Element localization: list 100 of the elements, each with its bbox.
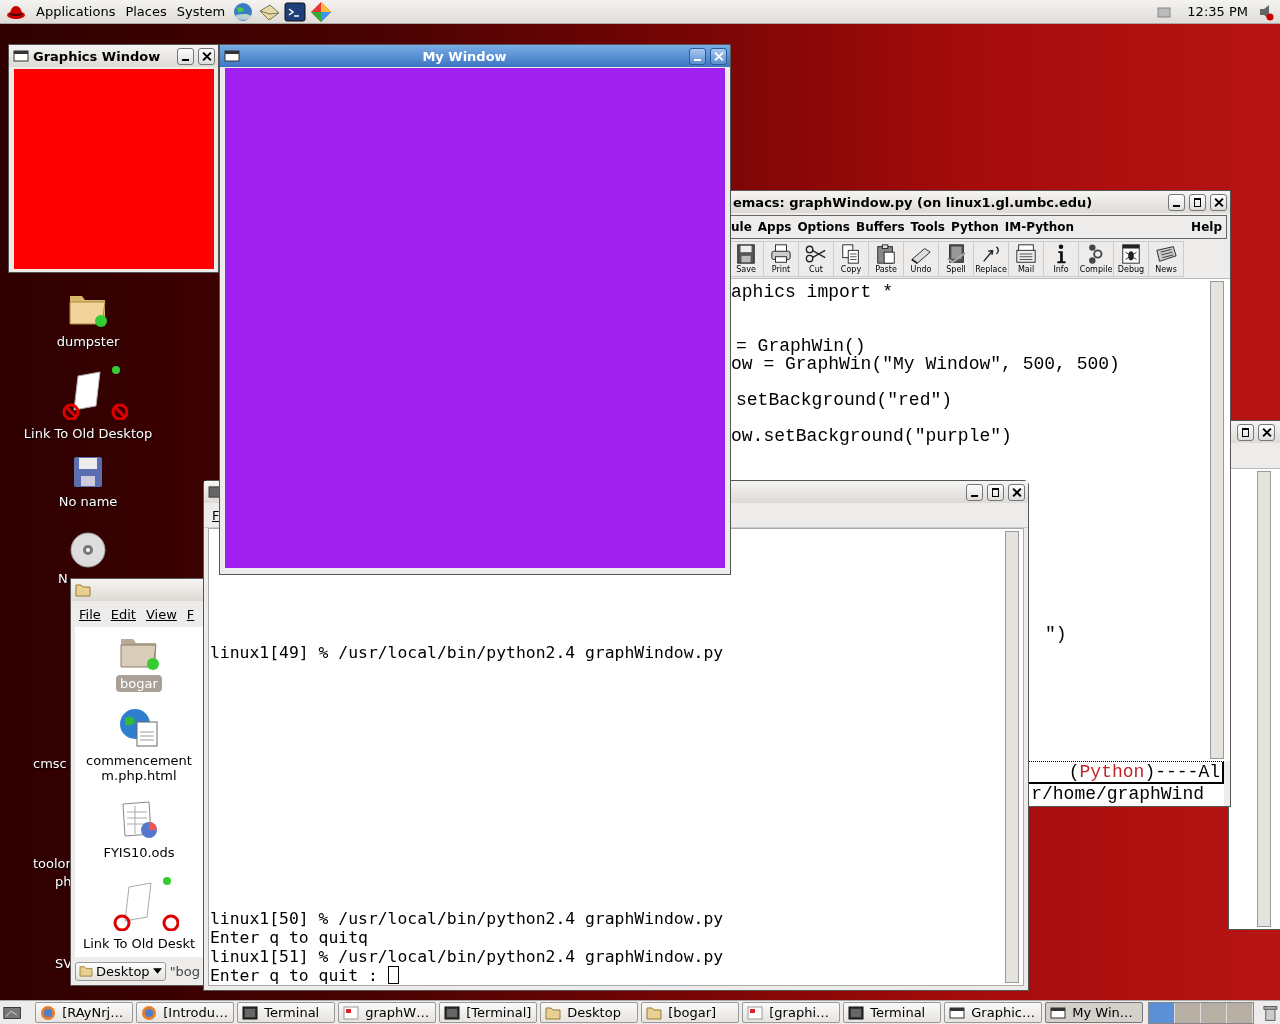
scrollbar[interactable] bbox=[1210, 281, 1224, 759]
desktop-icon-label[interactable]: Link To Old Desktop bbox=[23, 426, 153, 441]
terminal-line: linux1[50] % /usr/local/bin/python2.4 graphWindow.py bbox=[210, 909, 725, 928]
menu-item[interactable]: ule bbox=[729, 220, 756, 234]
toolbar-button[interactable]: Copy bbox=[834, 241, 869, 277]
toolbar-button[interactable]: News bbox=[1149, 241, 1184, 277]
save-icon bbox=[735, 243, 757, 265]
maximize-button[interactable] bbox=[1237, 423, 1254, 441]
toolbar-button[interactable]: Replace bbox=[974, 241, 1009, 277]
workspace-cell[interactable] bbox=[1201, 1002, 1228, 1023]
menu-item[interactable]: IM-Python bbox=[1002, 220, 1079, 234]
minimize-button[interactable] bbox=[966, 483, 983, 501]
menu-item[interactable]: Options bbox=[795, 220, 854, 234]
toolbar-button[interactable]: Undo bbox=[904, 241, 939, 277]
toolbar-button[interactable]: Compile bbox=[1079, 241, 1114, 277]
clock[interactable]: 12:35 PM bbox=[1187, 4, 1248, 19]
menu-item[interactable]: Buffers bbox=[854, 220, 909, 234]
workspace-cell[interactable] bbox=[1175, 1002, 1202, 1023]
menu-item[interactable]: View bbox=[143, 606, 179, 622]
maximize-button[interactable] bbox=[1189, 193, 1206, 211]
floppy-icon[interactable] bbox=[73, 456, 103, 488]
taskbar-button[interactable]: [bogar] bbox=[641, 1002, 740, 1023]
desktop-icon-label[interactable]: cmsc bbox=[33, 756, 67, 771]
toolbar-button[interactable]: Cut bbox=[799, 241, 834, 277]
window-icon[interactable] bbox=[13, 50, 29, 62]
taskbar-button[interactable]: Terminal bbox=[843, 1002, 942, 1023]
newspaper-icon bbox=[1155, 243, 1177, 265]
taskbar-button[interactable]: My Win… bbox=[1045, 1002, 1144, 1023]
menu-item[interactable]: Tools bbox=[908, 220, 949, 234]
menu-item[interactable]: File bbox=[77, 606, 103, 622]
toolbar-button[interactable]: Debug bbox=[1114, 241, 1149, 277]
menu-item[interactable]: Help bbox=[1189, 220, 1226, 234]
terminal-icon[interactable] bbox=[284, 0, 307, 23]
toolbar-button[interactable]: Spell bbox=[939, 241, 974, 277]
workspace-cell[interactable] bbox=[1149, 1002, 1176, 1023]
spreadsheet-icon[interactable] bbox=[119, 800, 159, 840]
close-button[interactable] bbox=[1008, 483, 1025, 501]
close-button[interactable] bbox=[710, 47, 727, 65]
caret-icon bbox=[152, 968, 162, 974]
desktop-icon-label[interactable]: toolor bbox=[33, 856, 71, 871]
toolbar-button[interactable]: Save bbox=[729, 241, 764, 277]
desktop-icon-label[interactable]: dumpster bbox=[56, 334, 120, 349]
desktop-icon-label[interactable]: ph bbox=[55, 874, 72, 889]
workspace-cell[interactable] bbox=[1227, 1002, 1254, 1023]
toolbar-button[interactable]: Print bbox=[764, 241, 799, 277]
minimize-button[interactable] bbox=[689, 47, 706, 65]
menu-item[interactable]: Python bbox=[948, 220, 1003, 234]
menu-item[interactable]: Apps bbox=[755, 220, 796, 234]
menu-item[interactable]: Edit bbox=[108, 606, 138, 622]
desktop-icon-label[interactable]: N bbox=[58, 571, 68, 586]
window-icon[interactable] bbox=[224, 50, 240, 62]
taskbar-button[interactable]: [Terminal] bbox=[439, 1002, 538, 1023]
minimize-button[interactable] bbox=[1168, 193, 1185, 211]
panel-menu[interactable]: Applications bbox=[32, 4, 120, 19]
close-button[interactable] bbox=[1210, 193, 1227, 211]
envelope-icon bbox=[1015, 243, 1037, 265]
terminal-icon bbox=[444, 1004, 461, 1021]
taskbar-button[interactable]: Terminal bbox=[237, 1002, 336, 1023]
clipboard-icon bbox=[875, 243, 897, 265]
panel-menu[interactable]: System bbox=[172, 4, 230, 19]
window-icon bbox=[949, 1006, 966, 1019]
toolbar-button[interactable]: Paste bbox=[869, 241, 904, 277]
title-bar[interactable]: emacs: graphWindow.py (on linux1.gl.umbc.edu) bbox=[729, 191, 1230, 213]
toolbar-button[interactable]: Info bbox=[1044, 241, 1079, 277]
file-label[interactable]: FYIS10.ods bbox=[99, 844, 179, 861]
file-label[interactable]: commencement m.php.html bbox=[82, 752, 196, 784]
disc-icon[interactable] bbox=[70, 532, 106, 568]
toolbar-button[interactable]: Mail bbox=[1009, 241, 1044, 277]
terminal-icon[interactable] bbox=[208, 486, 222, 498]
menu-item[interactable]: F bbox=[184, 606, 197, 622]
desktop-icon-label[interactable]: No name bbox=[58, 494, 118, 509]
taskbar-button[interactable]: [RAyNrj… bbox=[35, 1002, 134, 1023]
title-bar[interactable]: Graphics Window bbox=[9, 45, 218, 67]
document-icon bbox=[747, 1004, 764, 1021]
web-page-icon[interactable] bbox=[119, 708, 159, 748]
maximize-button[interactable] bbox=[987, 483, 1004, 501]
close-button[interactable] bbox=[198, 47, 215, 65]
close-button[interactable] bbox=[1258, 423, 1275, 441]
taskbar-button[interactable]: Graphic… bbox=[944, 1002, 1043, 1023]
globe-icon[interactable] bbox=[232, 0, 255, 23]
scrollbar[interactable] bbox=[1005, 531, 1019, 983]
taskbar-button[interactable]: Desktop bbox=[540, 1002, 639, 1023]
menu-item[interactable]: F bbox=[210, 507, 224, 523]
terminal-line: Enter q to quitq bbox=[210, 928, 369, 947]
code-line: ow.setBackground("purple") bbox=[730, 427, 1013, 445]
book-icon bbox=[945, 243, 967, 265]
volume-icon[interactable] bbox=[1258, 2, 1274, 21]
taskbar-button[interactable]: graphW… bbox=[338, 1002, 437, 1023]
panel-menu[interactable]: Places bbox=[121, 4, 171, 19]
taskbar-button[interactable]: [Introdu… bbox=[136, 1002, 235, 1023]
file-label[interactable]: Link To Old Deskt bbox=[78, 935, 200, 952]
trash-icon[interactable] bbox=[1263, 1003, 1278, 1022]
location-dropdown[interactable]: Desktop bbox=[75, 961, 166, 981]
scrollbar[interactable] bbox=[1257, 471, 1271, 927]
hat-icon[interactable] bbox=[6, 3, 26, 20]
pinwheel-icon[interactable] bbox=[310, 0, 333, 23]
code-line: ow = GraphWin("My Window", 500, 500) bbox=[730, 355, 1121, 373]
document-icon bbox=[343, 1004, 360, 1021]
taskbar-button[interactable]: [graphi… bbox=[742, 1002, 841, 1023]
minimize-button[interactable] bbox=[177, 47, 194, 65]
